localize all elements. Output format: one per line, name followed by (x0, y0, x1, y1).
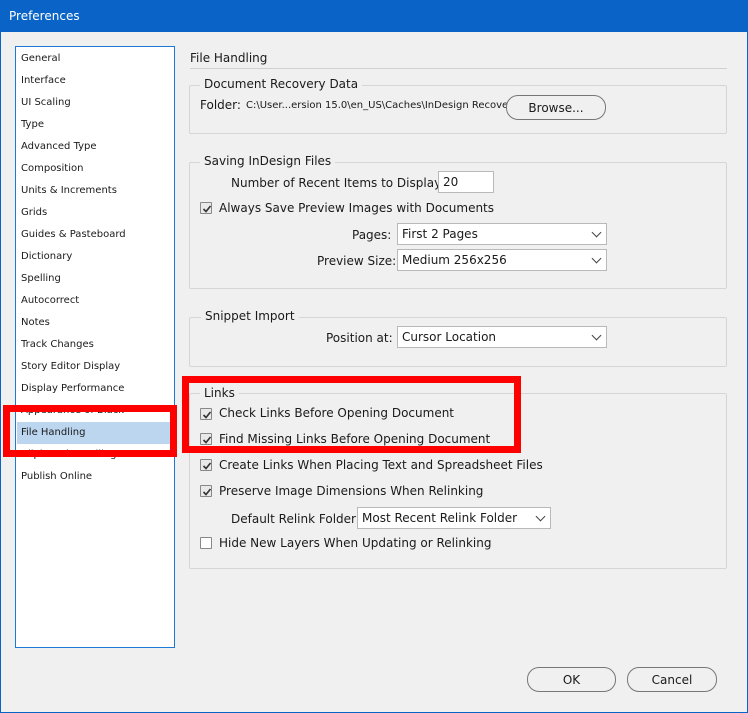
sidebar-item-composition[interactable]: Composition (17, 158, 173, 180)
chevron-down-icon (591, 227, 602, 238)
position-at-dropdown[interactable]: Cursor Location (397, 326, 607, 348)
position-at-dropdown-value: Cursor Location (402, 330, 497, 344)
sidebar-item-units-increments[interactable]: Units & Increments (17, 180, 173, 202)
file-handling-highlight-box (3, 405, 177, 457)
title-divider (190, 68, 727, 69)
preserve-dimensions-label: Preserve Image Dimensions When Relinking (219, 484, 484, 498)
sidebar-item-guides-pasteboard[interactable]: Guides & Pasteboard (17, 224, 173, 246)
window-title-bar[interactable]: Preferences (0, 0, 748, 32)
checkmark-icon (202, 462, 212, 470)
folder-label: Folder: (200, 98, 241, 112)
document-recovery-label: Document Recovery Data (200, 77, 363, 91)
cancel-button[interactable]: Cancel (627, 667, 717, 692)
sidebar-item-spelling[interactable]: Spelling (17, 268, 173, 290)
sidebar-item-interface[interactable]: Interface (17, 70, 173, 92)
chevron-down-icon (591, 253, 602, 264)
links-highlight-box (182, 376, 521, 453)
default-relink-folder-dropdown[interactable]: Most Recent Relink Folder (357, 507, 551, 529)
sidebar-item-type[interactable]: Type (17, 114, 173, 136)
create-links-label: Create Links When Placing Text and Sprea… (219, 458, 543, 472)
browse-button[interactable]: Browse... (506, 95, 606, 120)
preserve-dimensions-checkbox[interactable] (200, 485, 212, 497)
always-save-preview-label: Always Save Preview Images with Document… (219, 201, 495, 215)
chevron-down-icon (591, 330, 602, 341)
sidebar-item-track-changes[interactable]: Track Changes (17, 334, 173, 356)
folder-path: C:\User...ersion 15.0\en_US\Caches\InDes… (246, 100, 519, 111)
pages-label: Pages: (352, 228, 392, 242)
sidebar-item-advanced-type[interactable]: Advanced Type (17, 136, 173, 158)
snippet-import-label: Snippet Import (201, 309, 299, 323)
chevron-down-icon (535, 511, 546, 522)
recent-items-field[interactable]: 20 (438, 171, 494, 193)
position-at-label: Position at: (326, 331, 393, 345)
sidebar-item-display-performance[interactable]: Display Performance (17, 378, 173, 400)
page-title: File Handling (190, 51, 268, 65)
hide-new-layers-checkbox[interactable] (200, 537, 212, 549)
preview-size-dropdown[interactable]: Medium 256x256 (397, 249, 607, 271)
preview-size-dropdown-value: Medium 256x256 (402, 253, 507, 267)
preview-size-label: Preview Size: (317, 254, 397, 268)
ok-button[interactable]: OK (527, 667, 616, 692)
default-relink-folder-value: Most Recent Relink Folder (362, 511, 518, 525)
sidebar-item-autocorrect[interactable]: Autocorrect (17, 290, 173, 312)
window-border-left (0, 32, 1, 713)
create-links-checkbox[interactable] (200, 459, 212, 471)
sidebar-item-publish-online[interactable]: Publish Online (17, 466, 173, 488)
sidebar-item-notes[interactable]: Notes (17, 312, 173, 334)
sidebar-item-story-editor-display[interactable]: Story Editor Display (17, 356, 173, 378)
sidebar-item-grids[interactable]: Grids (17, 202, 173, 224)
saving-files-label: Saving InDesign Files (200, 154, 336, 168)
pages-dropdown[interactable]: First 2 Pages (397, 223, 607, 245)
sidebar-item-general[interactable]: General (17, 48, 173, 70)
sidebar-item-dictionary[interactable]: Dictionary (17, 246, 173, 268)
window-title: Preferences (9, 9, 80, 23)
always-save-preview-checkbox[interactable] (200, 202, 212, 214)
checkmark-icon (202, 205, 212, 213)
recent-items-label: Number of Recent Items to Display: (231, 176, 445, 190)
pages-dropdown-value: First 2 Pages (402, 227, 478, 241)
category-list[interactable]: General Interface UI Scaling Type Advanc… (15, 46, 175, 648)
checkmark-icon (202, 488, 212, 496)
sidebar-item-ui-scaling[interactable]: UI Scaling (17, 92, 173, 114)
hide-new-layers-label: Hide New Layers When Updating or Relinki… (219, 536, 492, 550)
default-relink-folder-label: Default Relink Folder: (231, 512, 360, 526)
